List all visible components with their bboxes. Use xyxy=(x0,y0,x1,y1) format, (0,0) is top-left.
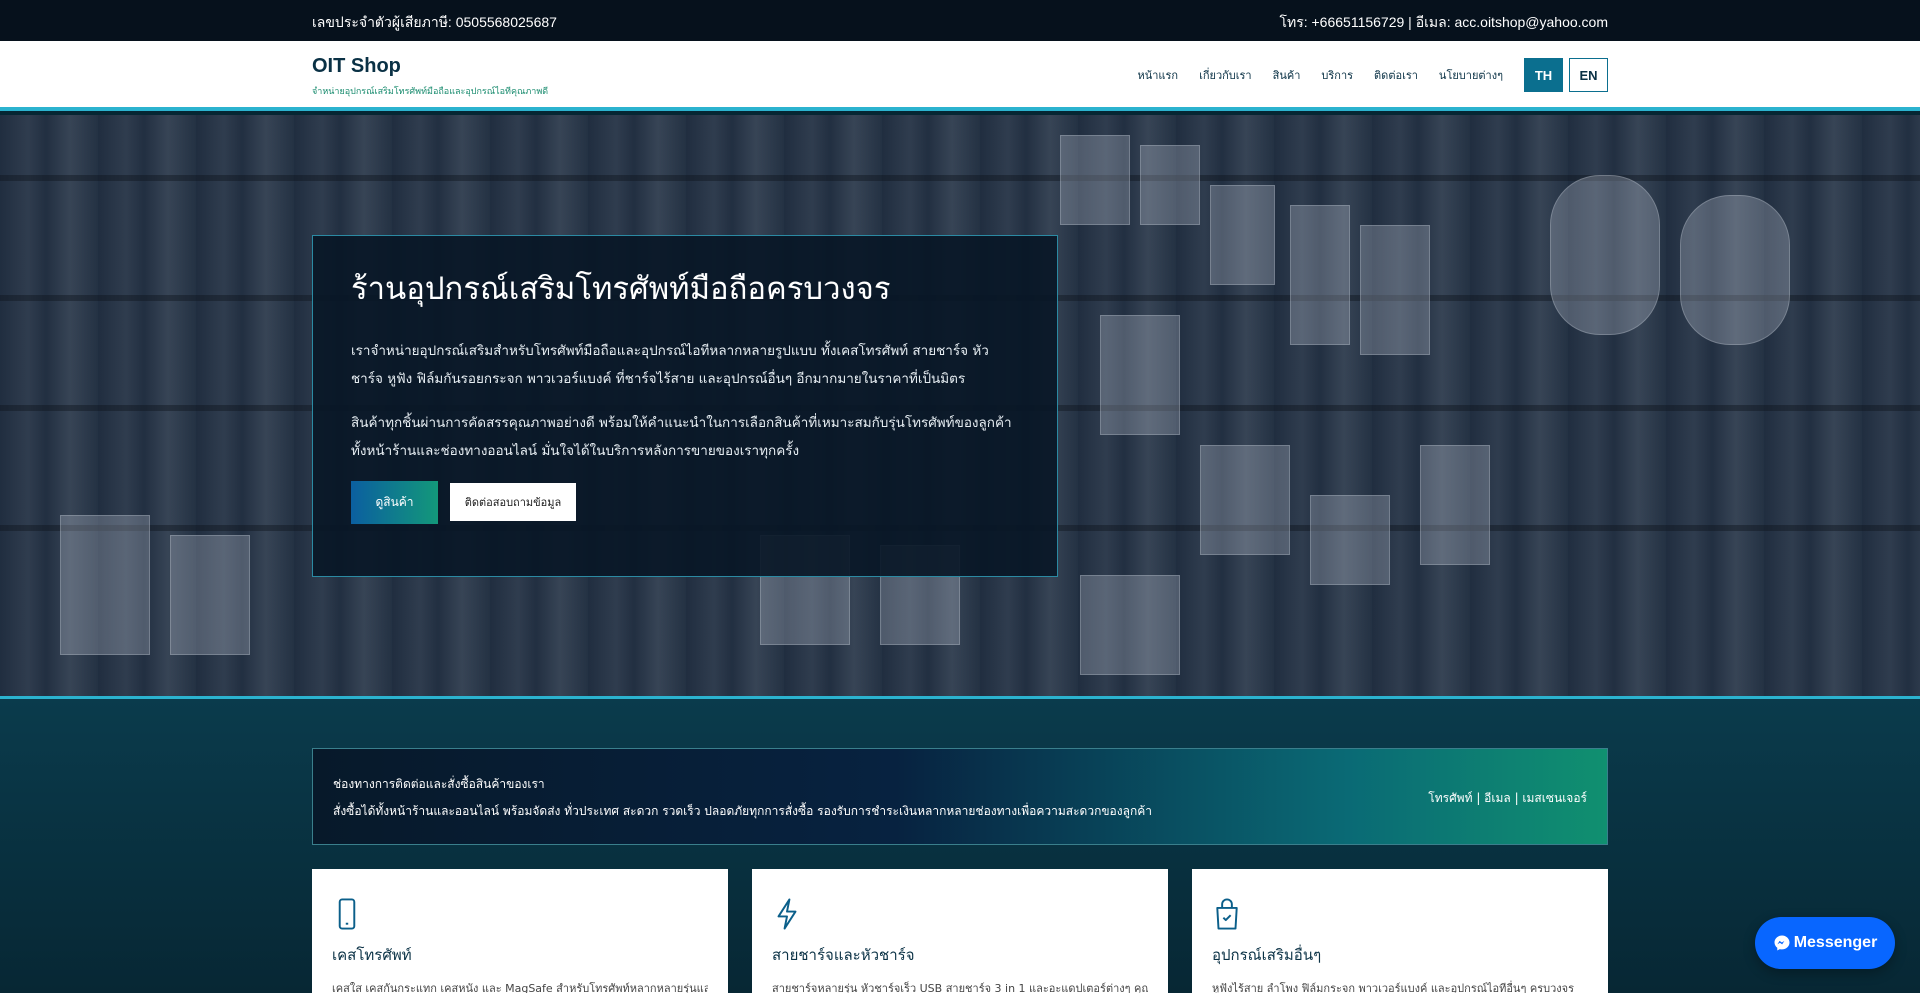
hero-cable-coil xyxy=(1680,195,1790,345)
hero-cable-coil xyxy=(1550,175,1660,335)
main-nav: หน้าแรก เกี่ยวกับเรา สินค้า บริการ ติดต่… xyxy=(1137,58,1608,92)
card-title: เคสโทรศัพท์ xyxy=(332,946,412,964)
hero-title: ร้านอุปกรณ์เสริมโทรศัพท์มือถือครบวงจร xyxy=(351,271,891,307)
hero-card: ร้านอุปกรณ์เสริมโทรศัพท์มือถือครบวงจร เร… xyxy=(312,235,1058,577)
hero-product-pack xyxy=(1100,315,1180,435)
hero-product-pack xyxy=(1210,185,1275,285)
hero-product-pack xyxy=(60,515,150,655)
smartphone-icon xyxy=(338,898,356,930)
hero-product-pack xyxy=(1060,135,1130,225)
contact-promo-banner: ช่องทางการติดต่อและสั่งซื้อสินค้าของเรา … xyxy=(312,748,1608,845)
lightning-icon xyxy=(777,898,797,930)
contact-text: โทร: +66651156729 | อีเมล: acc.oitshop@y… xyxy=(1279,14,1608,30)
card-description: สายชาร์จหลายรุ่น หัวชาร์จเร็ว USB สายชาร… xyxy=(772,982,1148,993)
view-products-button[interactable]: ดูสินค้า xyxy=(351,481,438,524)
category-cards: เคสโทรศัพท์ เคสใส เคสกันกระแทก เคสหนัง แ… xyxy=(312,869,1608,993)
nav-contact[interactable]: ติดต่อเรา xyxy=(1374,66,1418,84)
category-card-accessories[interactable]: อุปกรณ์เสริมอื่นๆ หูฟังไร้สาย ลำโพง ฟิล์… xyxy=(1192,869,1608,993)
hero-product-pack xyxy=(170,535,250,655)
category-card-cases[interactable]: เคสโทรศัพท์ เคสใส เคสกันกระแทก เคสหนัง แ… xyxy=(312,869,728,993)
hero-product-pack xyxy=(1140,145,1200,225)
card-description: เคสใส เคสกันกระแทก เคสหนัง และ MagSafe ส… xyxy=(332,982,708,993)
brand-logo-text[interactable]: OIT Shop xyxy=(312,55,401,78)
nav-policies[interactable]: นโยบายต่างๆ xyxy=(1439,66,1503,84)
lang-th-button[interactable]: TH xyxy=(1524,58,1563,92)
tax-id-text: เลขประจำตัวผู้เสียภาษี: 0505568025687 xyxy=(312,14,557,30)
nav-services[interactable]: บริการ xyxy=(1321,66,1353,84)
promo-heading: ช่องทางการติดต่อและสั่งซื้อสินค้าของเรา xyxy=(333,777,545,791)
promo-description: สั่งซื้อได้ทั้งหน้าร้านและออนไลน์ พร้อมจ… xyxy=(333,804,1152,818)
hero-product-pack xyxy=(1290,205,1350,345)
messenger-label: Messenger xyxy=(1793,934,1878,951)
card-title: สายชาร์จและหัวชาร์จ xyxy=(772,946,915,964)
card-title: อุปกรณ์เสริมอื่นๆ xyxy=(1212,946,1322,964)
contact-us-button[interactable]: ติดต่อสอบถามข้อมูล xyxy=(450,483,576,521)
messenger-icon xyxy=(1774,935,1790,951)
hero-product-pack xyxy=(1200,445,1290,555)
nav-products[interactable]: สินค้า xyxy=(1273,66,1301,84)
brand-tagline: จำหน่ายอุปกรณ์เสริมโทรศัพท์มือถือและอุปก… xyxy=(312,87,549,97)
shopping-bag-icon xyxy=(1216,898,1238,930)
nav-about[interactable]: เกี่ยวกับเรา xyxy=(1199,66,1252,84)
messenger-chat-button[interactable]: Messenger xyxy=(1755,917,1895,969)
nav-home[interactable]: หน้าแรก xyxy=(1137,66,1178,84)
hero-product-pack xyxy=(1310,495,1390,585)
hero-paragraph-2: สินค้าทุกชิ้นผ่านการคัดสรรคุณภาพอย่างดี … xyxy=(351,415,1012,459)
category-card-chargers[interactable]: สายชาร์จและหัวชาร์จ สายชาร์จหลายรุ่น หัว… xyxy=(752,869,1168,993)
hero-buttons: ดูสินค้า ติดต่อสอบถามข้อมูล xyxy=(351,481,1019,524)
card-description: หูฟังไร้สาย ลำโพง ฟิล์มกระจก พาวเวอร์แบง… xyxy=(1212,982,1575,993)
hero-product-pack xyxy=(1420,445,1490,565)
top-info-bar: เลขประจำตัวผู้เสียภาษี: 0505568025687 โท… xyxy=(0,0,1920,41)
hero-paragraph-1: เราจำหน่ายอุปกรณ์เสริมสำหรับโทรศัพท์มือถ… xyxy=(351,343,989,387)
promo-channels[interactable]: โทรศัพท์ | อีเมล | เมสเซนเจอร์ xyxy=(1428,789,1587,808)
hero-product-pack xyxy=(1080,575,1180,675)
lang-en-button[interactable]: EN xyxy=(1569,58,1608,92)
hero-product-pack xyxy=(1360,225,1430,355)
site-header: OIT Shop จำหน่ายอุปกรณ์เสริมโทรศัพท์มือถ… xyxy=(0,41,1920,111)
